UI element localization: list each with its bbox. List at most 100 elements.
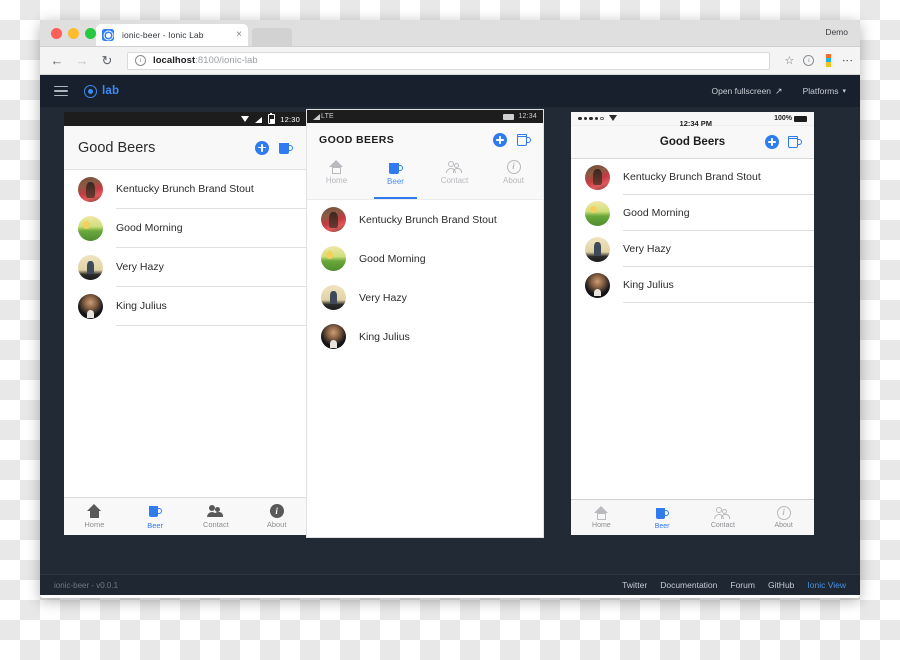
bookmark-star-icon[interactable]: ☆ bbox=[785, 54, 795, 67]
tab-label: Contact bbox=[440, 176, 469, 185]
tab-beer[interactable]: Beer bbox=[125, 504, 186, 530]
beer-mug-icon bbox=[148, 504, 163, 519]
list-item[interactable]: Very Hazy bbox=[307, 278, 543, 317]
tab-home[interactable]: Home bbox=[571, 506, 632, 529]
tab-beer[interactable]: Beer bbox=[366, 157, 425, 199]
add-icon[interactable] bbox=[765, 135, 779, 149]
back-icon[interactable]: ← bbox=[50, 54, 64, 67]
browser-menu-icon[interactable]: ⋮ bbox=[841, 55, 853, 66]
signal-icon bbox=[313, 113, 321, 120]
ionic-lab-logo: lab bbox=[84, 84, 119, 98]
add-icon[interactable] bbox=[493, 133, 507, 147]
tab-label: Beer bbox=[147, 520, 164, 530]
ios-status-bar: 12:34 PM 100% bbox=[571, 112, 814, 128]
avatar bbox=[321, 246, 346, 271]
toolbar-actions: ☆ i ⋮ bbox=[785, 54, 853, 67]
tab-about[interactable]: i About bbox=[484, 157, 543, 199]
beer-name: King Julius bbox=[359, 330, 410, 343]
open-fullscreen-label: Open fullscreen bbox=[711, 86, 772, 96]
wifi-icon bbox=[241, 115, 250, 123]
carrier-label: LTE bbox=[321, 113, 334, 120]
address-path: :8100/ionic-lab bbox=[195, 55, 258, 66]
contacts-icon bbox=[714, 506, 731, 520]
tab-label: Beer bbox=[654, 522, 670, 530]
windows-status-bar: LTE 12:34 bbox=[307, 110, 543, 123]
avatar bbox=[78, 177, 103, 202]
avatar bbox=[78, 216, 103, 241]
ionic-logo-icon bbox=[84, 84, 97, 98]
beer-mug-icon bbox=[388, 160, 403, 175]
battery-icon bbox=[794, 115, 807, 122]
platforms-dropdown[interactable]: Platforms ▾ bbox=[803, 86, 846, 96]
twitter-link[interactable]: Twitter bbox=[622, 580, 647, 590]
forward-icon[interactable]: → bbox=[75, 54, 89, 67]
ios-beer-list: Kentucky Brunch Brand Stout Good Morning… bbox=[571, 159, 814, 303]
tab-label: About bbox=[774, 522, 793, 529]
list-item[interactable]: Kentucky Brunch Brand Stout bbox=[64, 170, 307, 209]
list-item[interactable]: Kentucky Brunch Brand Stout bbox=[307, 200, 543, 239]
tab-about[interactable]: i About bbox=[753, 506, 814, 529]
close-tab-icon[interactable]: × bbox=[236, 30, 242, 40]
tab-label: Beer bbox=[387, 177, 404, 186]
ios-device-preview: 12:34 PM 100% Good Beers Kentucky Brunch… bbox=[571, 112, 814, 535]
contacts-icon bbox=[207, 504, 224, 518]
page-info-icon[interactable]: i bbox=[803, 55, 815, 66]
list-item[interactable]: Kentucky Brunch Brand Stout bbox=[571, 159, 814, 195]
tab-contact[interactable]: Contact bbox=[186, 504, 247, 529]
address-host: localhost bbox=[153, 55, 196, 66]
forum-link[interactable]: Forum bbox=[730, 580, 755, 590]
beer-name: King Julius bbox=[623, 278, 674, 291]
avatar bbox=[78, 294, 103, 319]
list-item[interactable]: King Julius bbox=[64, 287, 307, 326]
beer-mug-icon[interactable] bbox=[787, 135, 802, 150]
tab-home[interactable]: Home bbox=[307, 157, 366, 199]
android-header-actions bbox=[255, 140, 293, 155]
windows-page-title: GOOD BEERS bbox=[319, 134, 395, 146]
browser-tab-title: ionic-beer - Ionic Lab bbox=[122, 30, 204, 40]
beer-name: King Julius bbox=[116, 300, 167, 312]
reload-icon[interactable]: ↻ bbox=[100, 54, 114, 67]
add-icon[interactable] bbox=[255, 140, 269, 155]
ionic-lab-header: lab Open fullscreen ↗ Platforms ▾ bbox=[40, 75, 860, 107]
new-tab-button[interactable] bbox=[252, 28, 292, 46]
extension-icon[interactable] bbox=[823, 54, 835, 67]
browser-titlebar: ionic-beer - Ionic Lab × Demo bbox=[40, 20, 860, 47]
chevron-down-icon: ▾ bbox=[842, 88, 846, 95]
tab-contact[interactable]: Contact bbox=[425, 157, 484, 199]
github-link[interactable]: GitHub bbox=[768, 580, 794, 590]
minimize-window-button[interactable] bbox=[68, 28, 79, 39]
tab-home[interactable]: Home bbox=[64, 504, 125, 529]
browser-tab[interactable]: ionic-beer - Ionic Lab × bbox=[96, 24, 248, 46]
maximize-window-button[interactable] bbox=[85, 28, 96, 39]
beer-mug-icon[interactable] bbox=[278, 140, 293, 155]
site-info-icon[interactable]: i bbox=[135, 55, 146, 66]
list-item[interactable]: King Julius bbox=[571, 267, 814, 303]
beer-name: Kentucky Brunch Brand Stout bbox=[116, 183, 254, 195]
beer-mug-icon[interactable] bbox=[516, 133, 531, 148]
android-device-preview: 12:30 Good Beers Kentucky Brunch Brand S… bbox=[64, 112, 307, 535]
open-fullscreen-button[interactable]: Open fullscreen ↗ bbox=[711, 86, 782, 97]
hamburger-icon[interactable] bbox=[54, 85, 68, 97]
list-item[interactable]: Good Morning bbox=[307, 239, 543, 278]
tab-label: About bbox=[266, 520, 287, 529]
windows-beer-list: Kentucky Brunch Brand Stout Good Morning… bbox=[307, 200, 543, 356]
list-item[interactable]: Very Hazy bbox=[571, 231, 814, 267]
tab-beer[interactable]: Beer bbox=[632, 506, 693, 530]
home-icon bbox=[593, 506, 609, 520]
list-item[interactable]: Good Morning bbox=[64, 209, 307, 248]
avatar bbox=[585, 272, 610, 298]
list-item[interactable]: Good Morning bbox=[571, 195, 814, 231]
android-tab-bar: Home Beer Contact i About bbox=[64, 497, 307, 535]
address-bar[interactable]: i localhost:8100/ionic-lab bbox=[127, 51, 770, 70]
beer-name: Very Hazy bbox=[359, 291, 407, 304]
tab-about[interactable]: i About bbox=[246, 504, 307, 529]
ionic-view-link[interactable]: Ionic View bbox=[807, 580, 846, 590]
tab-contact[interactable]: Contact bbox=[693, 506, 754, 529]
list-item[interactable]: Very Hazy bbox=[64, 248, 307, 287]
list-item[interactable]: King Julius bbox=[307, 317, 543, 356]
browser-toolbar: ← → ↻ i localhost:8100/ionic-lab ☆ i ⋮ bbox=[40, 47, 860, 75]
tab-label: Home bbox=[592, 522, 611, 529]
close-window-button[interactable] bbox=[51, 28, 62, 39]
documentation-link[interactable]: Documentation bbox=[660, 580, 717, 590]
beer-name: Good Morning bbox=[116, 222, 183, 234]
